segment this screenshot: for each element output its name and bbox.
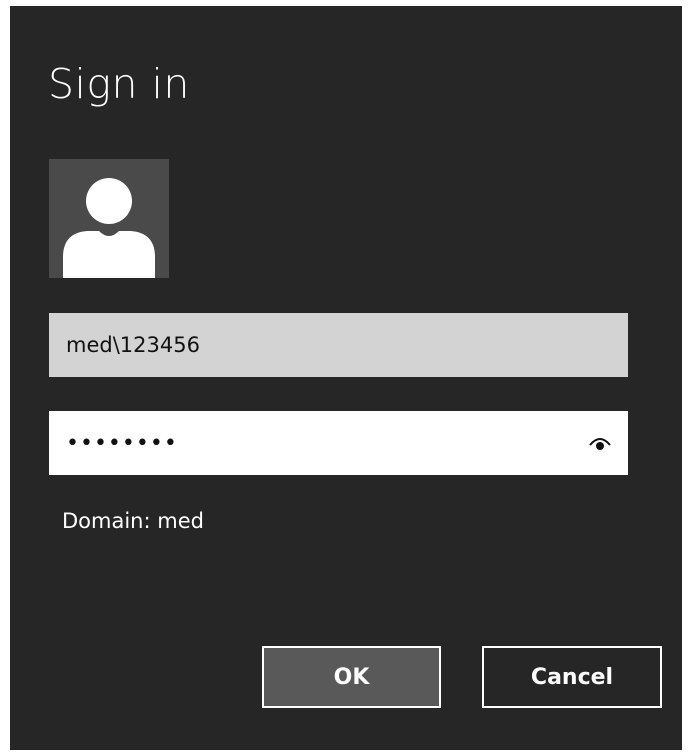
user-silhouette-icon (63, 178, 155, 278)
user-avatar (49, 159, 169, 278)
password-masked-value: •••••••• (66, 430, 178, 456)
dialog-title: Sign in (48, 60, 190, 108)
domain-label: Domain: med (62, 509, 204, 533)
ok-button[interactable]: OK (262, 646, 441, 708)
eye-icon[interactable] (589, 435, 611, 451)
username-field[interactable]: med\123456 (49, 313, 628, 377)
sign-in-dialog: Sign in med\123456 •••••••• Domain: med … (10, 6, 682, 750)
password-field[interactable]: •••••••• (49, 411, 628, 475)
username-value: med\123456 (66, 333, 200, 357)
cancel-button[interactable]: Cancel (482, 646, 662, 708)
